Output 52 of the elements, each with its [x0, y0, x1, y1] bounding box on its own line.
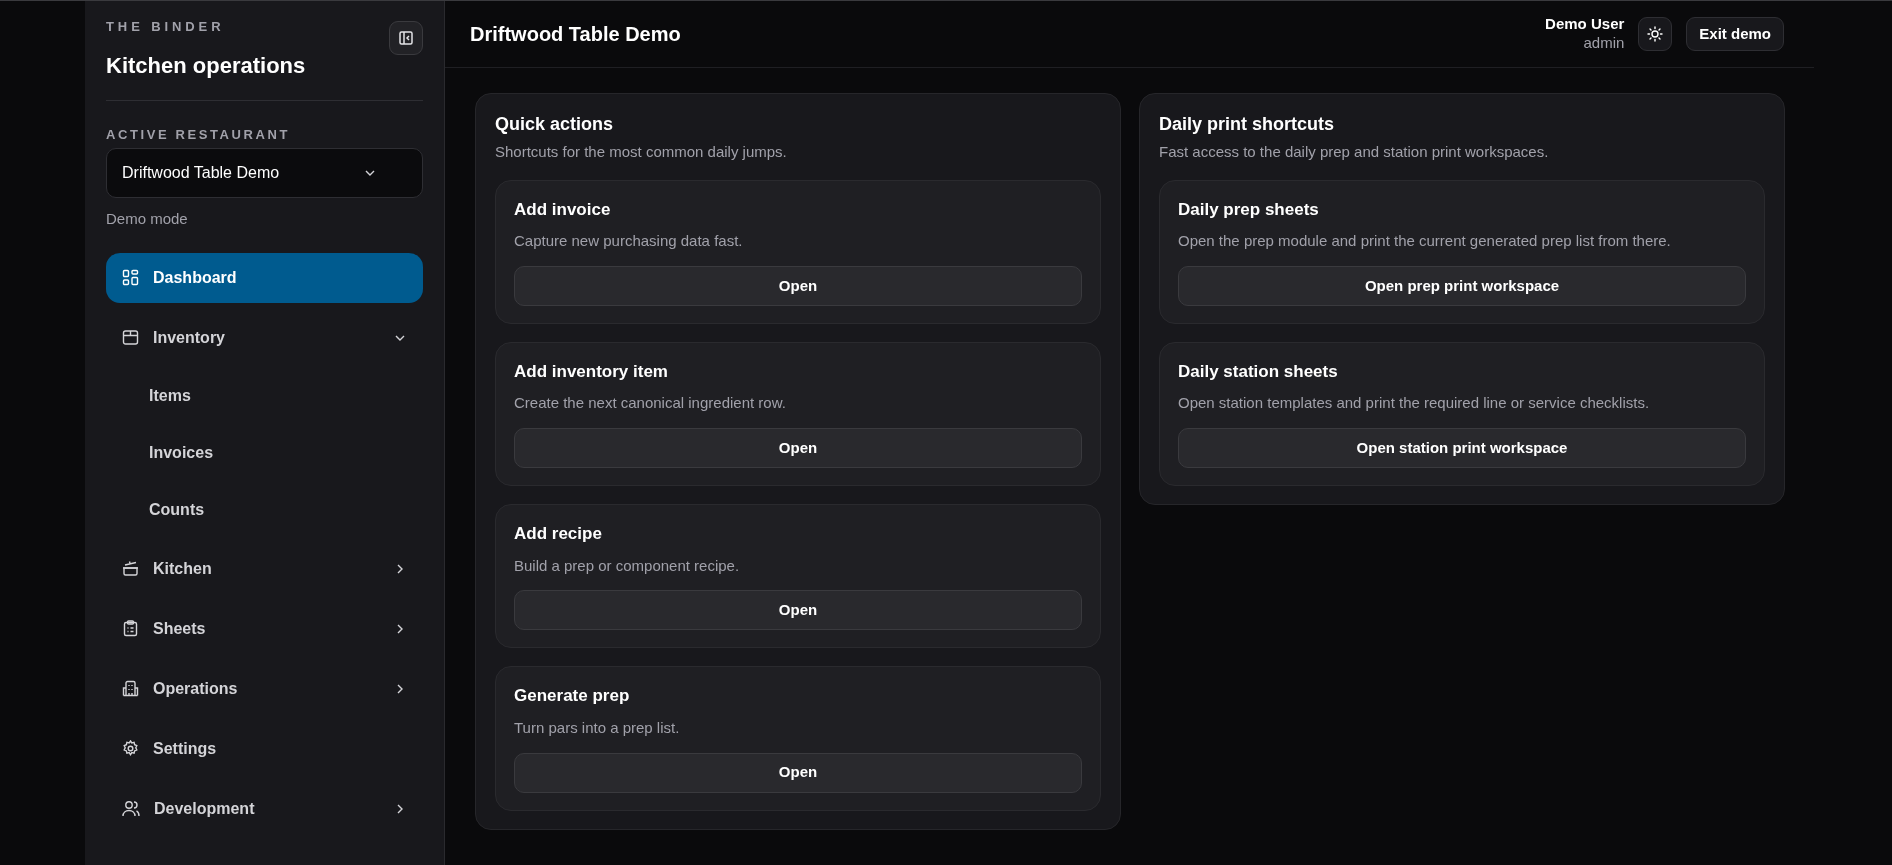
- user-name: Demo User: [1545, 15, 1625, 34]
- card-title: Generate prep: [514, 685, 631, 708]
- nav-item[interactable]: Operations: [106, 663, 423, 714]
- nav-item[interactable]: Development: [106, 783, 423, 834]
- clipboard-icon: [122, 620, 139, 637]
- page-title: Driftwood Table Demo: [470, 22, 681, 47]
- panel-title: Daily print shortcuts: [1159, 113, 1336, 136]
- open-button[interactable]: Open: [514, 428, 1082, 468]
- open-button[interactable]: Open prep print workspace: [1178, 265, 1746, 306]
- card-description: Build a prep or component recipe.: [514, 555, 741, 576]
- package-icon: [122, 329, 139, 346]
- building-icon: [122, 680, 139, 697]
- card-title: Add invoice: [514, 198, 612, 221]
- sidebar-collapse-icon: [398, 30, 414, 46]
- nav-subitem[interactable]: Invoices: [106, 429, 423, 477]
- cooking-pot-icon: [122, 560, 139, 577]
- settings-icon: [122, 740, 139, 757]
- card-title: Add inventory item: [514, 360, 669, 383]
- card-description: Turn pars into a prep list.: [514, 717, 681, 738]
- brand-label: THE BINDER: [106, 18, 226, 36]
- panel-title: Quick actions: [495, 113, 615, 136]
- card-title: Daily prep sheets: [1178, 198, 1320, 221]
- dashboard-grid-icon: [122, 269, 139, 286]
- nav-item[interactable]: Sheets: [106, 603, 423, 654]
- card-description: Open the prep module and print the current generated prep list from there.: [1178, 231, 1672, 251]
- mode-label: Demo mode: [106, 209, 189, 229]
- exit-demo-button[interactable]: Exit demo: [1686, 17, 1784, 51]
- card-description: Open station templates and print the required line or service checklists.: [1178, 393, 1651, 414]
- nav-subitem[interactable]: Items: [106, 372, 423, 420]
- card-description: Create the next canonical ingredient row.: [514, 393, 787, 414]
- panel-subtitle: Shortcuts for the most common daily jumps.: [495, 142, 788, 162]
- nav-subitem[interactable]: Counts: [106, 486, 423, 534]
- open-button[interactable]: Open station print workspace: [1178, 428, 1746, 468]
- user-role: admin: [1583, 34, 1625, 53]
- card-title: Daily station sheets: [1178, 360, 1339, 383]
- sidebar-title: Kitchen operations: [106, 51, 306, 80]
- panel-subtitle: Fast access to the daily prep and station print workspaces.: [1159, 142, 1550, 162]
- nav-item[interactable]: Settings: [106, 723, 423, 774]
- users-icon: [122, 800, 140, 817]
- open-button[interactable]: Open: [514, 590, 1082, 631]
- card-title: Add recipe: [514, 523, 603, 545]
- open-button[interactable]: Open: [514, 752, 1082, 793]
- sun-icon: [1647, 26, 1664, 42]
- section-label: ACTIVE RESTAURANT: [106, 125, 292, 144]
- restaurant-select[interactable]: Driftwood Table Demo: [106, 148, 423, 198]
- theme-toggle-button[interactable]: [1638, 17, 1673, 51]
- collapse-sidebar-button[interactable]: [389, 21, 423, 55]
- nav-item[interactable]: Inventory: [106, 312, 423, 363]
- card-description: Capture new purchasing data fast.: [514, 231, 744, 251]
- open-button[interactable]: Open: [514, 265, 1082, 306]
- nav-item[interactable]: Dashboard: [106, 252, 423, 303]
- nav-item[interactable]: Kitchen: [106, 543, 423, 594]
